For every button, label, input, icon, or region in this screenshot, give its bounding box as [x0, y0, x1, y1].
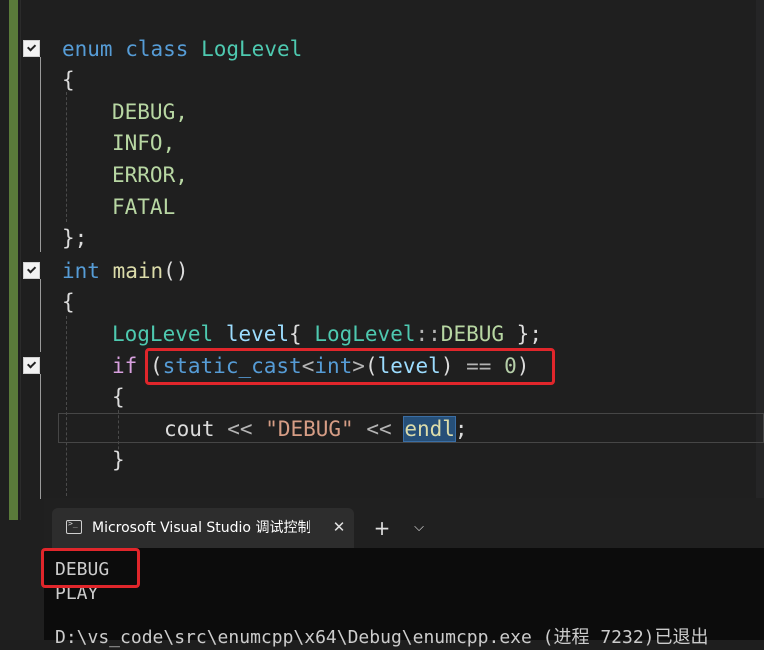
condition-highlight-box	[145, 348, 555, 385]
variable: level	[225, 322, 290, 346]
scope-operator: ::	[415, 322, 441, 346]
type-name: LogLevel	[201, 37, 303, 61]
change-indicator-bar	[9, 0, 18, 520]
console-output-line: D:\vs_code\src\enumcpp\x64\Debug\enumcpp…	[55, 627, 709, 648]
new-tab-button[interactable]: +	[370, 516, 394, 540]
keyword: class	[125, 37, 189, 61]
fold-range-line	[40, 374, 41, 499]
keyword: if	[112, 354, 138, 378]
code-line[interactable]: {	[62, 66, 75, 94]
fold-toggle-icon[interactable]	[23, 40, 40, 57]
terminal-tab[interactable]: Microsoft Visual Studio 调试控制台 ✕	[52, 508, 354, 548]
code-line[interactable]: DEBUG,	[112, 98, 188, 126]
brace: {	[289, 322, 302, 346]
gutter-separator	[20, 0, 21, 520]
fold-range-line	[40, 57, 41, 252]
brace: }	[112, 448, 125, 472]
operator: <<	[366, 417, 392, 441]
code-line-declaration[interactable]: LogLevel level{ LogLevel::DEBUG };	[112, 320, 542, 348]
code-line[interactable]: }	[112, 446, 125, 474]
debug-console-window[interactable]: Microsoft Visual Studio 调试控制台 ✕ + ⌵ DEBU…	[41, 498, 764, 648]
code-line[interactable]: {	[62, 288, 75, 316]
code-line[interactable]: };	[62, 224, 87, 252]
brace: {	[62, 68, 75, 92]
type-name: LogLevel	[314, 322, 416, 346]
brace: };	[62, 226, 88, 250]
brace: {	[62, 290, 75, 314]
brace: {	[112, 385, 125, 409]
output-highlight-box	[41, 548, 140, 588]
enum-member: FATAL	[112, 195, 176, 219]
console-icon	[66, 519, 82, 534]
code-line-cout[interactable]: cout << "DEBUG" << endl;	[164, 415, 468, 443]
code-line[interactable]: {	[112, 383, 125, 411]
code-line-enum[interactable]: enum class LogLevel	[62, 35, 302, 63]
identifier: cout	[164, 417, 215, 441]
brace: };	[516, 322, 542, 346]
type-name: LogLevel	[112, 322, 214, 346]
parens: ()	[163, 259, 189, 283]
operator: <<	[227, 417, 253, 441]
enum-member: ERROR,	[112, 163, 188, 187]
enum-member: INFO,	[112, 131, 176, 155]
indent-guide	[66, 92, 67, 222]
tab-title: Microsoft Visual Studio 调试控制台	[92, 520, 310, 536]
selected-identifier: endl	[403, 416, 456, 442]
enum-member: DEBUG,	[112, 100, 188, 124]
indent-guide	[66, 316, 67, 496]
chevron-down-icon[interactable]: ⌵	[408, 516, 430, 540]
close-tab-button[interactable]: ✕	[328, 516, 350, 538]
semicolon: ;	[454, 417, 468, 441]
code-line[interactable]: ERROR,	[112, 161, 188, 189]
code-line[interactable]: INFO,	[112, 129, 175, 157]
function-name: main	[112, 259, 164, 283]
fold-toggle-icon[interactable]	[23, 262, 40, 279]
string-literal: "DEBUG"	[265, 417, 354, 441]
terminal-tab-bar: Microsoft Visual Studio 调试控制台 ✕ + ⌵	[44, 498, 764, 548]
enum-member: DEBUG	[440, 322, 505, 346]
code-line-main[interactable]: int main()	[62, 257, 188, 285]
fold-toggle-icon[interactable]	[23, 357, 40, 374]
fold-range-line	[40, 279, 41, 352]
keyword: enum	[62, 37, 113, 61]
code-line[interactable]: FATAL	[112, 193, 175, 221]
keyword: int	[62, 259, 100, 283]
